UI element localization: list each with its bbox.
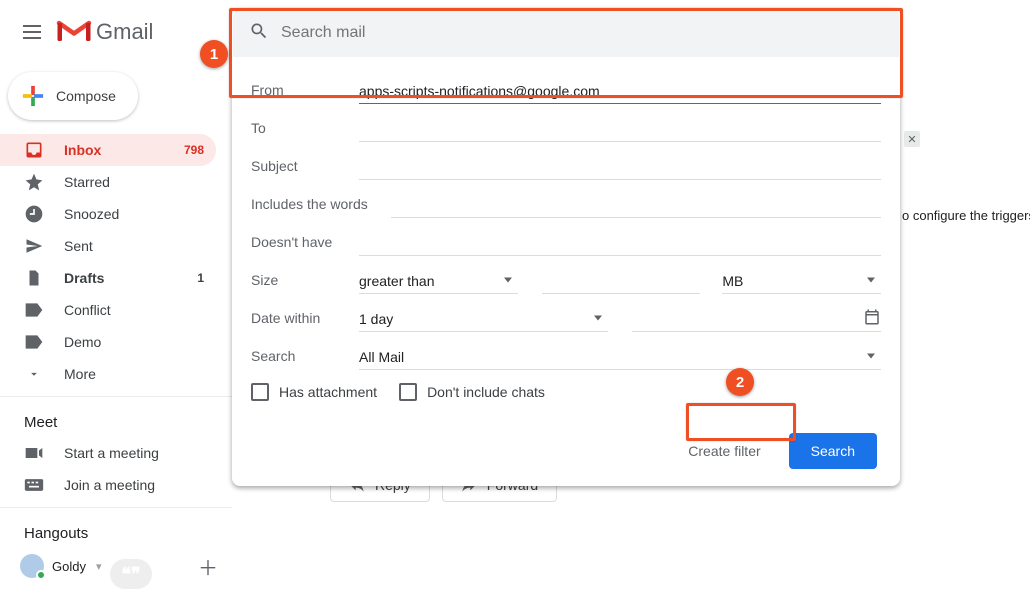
search-scope-select[interactable]: All Mail [359, 342, 881, 370]
nav-badge: 798 [184, 143, 204, 157]
gmail-m-icon [56, 18, 92, 46]
field-search-scope: Search All Mail [251, 337, 881, 375]
nav-label: Snoozed [64, 206, 204, 222]
compose-label: Compose [56, 88, 116, 104]
sidebar-item-sent[interactable]: Sent [0, 230, 216, 262]
gmail-logo[interactable]: Gmail [56, 18, 153, 46]
nav-label: Start a meeting [64, 445, 204, 461]
sidebar-item-drafts[interactable]: Drafts 1 [0, 262, 216, 294]
nav-label: Demo [64, 334, 204, 350]
sidebar-item-more[interactable]: More [0, 358, 216, 390]
size-unit-select[interactable]: MB [722, 266, 881, 294]
nav-badge: 1 [197, 271, 204, 285]
field-subject: Subject [251, 147, 881, 185]
camera-icon [24, 446, 44, 460]
inbox-icon [24, 140, 44, 160]
meet-join-meeting[interactable]: Join a meeting [0, 469, 216, 501]
sidebar-item-snoozed[interactable]: Snoozed [0, 198, 216, 230]
email-body-snippet: o configure the triggers fo [902, 208, 1030, 223]
date-window-select[interactable]: 1 day [359, 304, 608, 332]
search-icon[interactable] [249, 21, 269, 46]
field-excludes: Doesn't have [251, 223, 881, 261]
nav-label: Starred [64, 174, 204, 190]
from-input[interactable]: apps-scripts-notifications@google.com [359, 76, 881, 104]
main-menu-button[interactable] [8, 8, 56, 56]
field-date-within: Date within 1 day [251, 299, 881, 337]
hangouts-username: Goldy [52, 559, 86, 574]
size-label: Size [251, 272, 359, 288]
includes-input[interactable] [391, 190, 881, 218]
sidebar-item-inbox[interactable]: Inbox 798 [0, 134, 216, 166]
sidebar-item-demo[interactable]: Demo [0, 326, 216, 358]
hangouts-new-button[interactable]: ＋ [194, 552, 222, 580]
nav-label: Drafts [64, 270, 177, 286]
search-input[interactable] [281, 24, 883, 42]
caret-down-icon: ▾ [96, 560, 102, 573]
nav-label: Conflict [64, 302, 204, 318]
exclude-chats-checkbox[interactable]: Don't include chats [399, 383, 545, 401]
search-scope-label: Search [251, 348, 359, 364]
search-bar [233, 9, 899, 57]
keyboard-icon [24, 478, 44, 492]
field-size: Size greater than MB [251, 261, 881, 299]
search-button[interactable]: Search [789, 433, 877, 469]
field-from: From apps-scripts-notifications@google.c… [251, 71, 881, 109]
create-filter-button[interactable]: Create filter [678, 435, 770, 467]
checkbox-icon [399, 383, 417, 401]
chip-close-icon[interactable]: ✕ [904, 131, 920, 147]
left-sidebar: Compose Inbox 798 Starred Snoozed Sent D… [0, 64, 232, 595]
meet-start-meeting[interactable]: Start a meeting [0, 437, 216, 469]
presence-dot-icon [36, 570, 46, 580]
from-value: apps-scripts-notifications@google.com [359, 83, 600, 99]
checkbox-icon [251, 383, 269, 401]
star-icon [24, 172, 44, 192]
date-within-label: Date within [251, 310, 359, 326]
panel-actions: Create filter Search [251, 433, 881, 469]
from-label: From [251, 82, 359, 98]
has-attachment-checkbox[interactable]: Has attachment [251, 383, 377, 401]
sidebar-item-starred[interactable]: Starred [0, 166, 216, 198]
includes-label: Includes the words [251, 196, 391, 212]
field-to: To [251, 109, 881, 147]
chevron-down-icon [24, 367, 44, 381]
hangouts-quote-icon: ❝❞ [110, 559, 152, 589]
clock-icon [24, 204, 44, 224]
calendar-icon[interactable] [863, 308, 881, 329]
date-input[interactable] [632, 304, 881, 332]
nav-label: More [64, 366, 204, 382]
user-avatar [20, 554, 44, 578]
compose-button[interactable]: Compose [8, 72, 138, 120]
gmail-wordmark: Gmail [96, 19, 153, 45]
excludes-label: Doesn't have [251, 234, 359, 250]
annotation-callout-1: 1 [200, 40, 228, 68]
label-icon [24, 302, 44, 318]
send-icon [24, 237, 44, 255]
search-filter-panel: From apps-scripts-notifications@google.c… [232, 8, 900, 486]
excludes-input[interactable] [359, 228, 881, 256]
field-includes: Includes the words [251, 185, 881, 223]
annotation-callout-2: 2 [726, 368, 754, 396]
label-icon [24, 334, 44, 350]
size-value-input[interactable] [542, 266, 701, 294]
nav-label: Join a meeting [64, 477, 204, 493]
subject-label: Subject [251, 158, 359, 174]
file-icon [24, 268, 44, 288]
nav-label: Sent [64, 238, 204, 254]
subject-input[interactable] [359, 152, 881, 180]
nav-label: Inbox [64, 142, 164, 158]
plus-multicolor-icon [22, 85, 44, 107]
to-label: To [251, 120, 359, 136]
meet-section-title: Meet [0, 403, 232, 437]
checkbox-row: Has attachment Don't include chats [251, 383, 881, 401]
size-operator-select[interactable]: greater than [359, 266, 518, 294]
to-input[interactable] [359, 114, 881, 142]
sidebar-item-conflict[interactable]: Conflict [0, 294, 216, 326]
hangouts-section-title: Hangouts [0, 514, 232, 548]
hamburger-icon [23, 31, 41, 33]
